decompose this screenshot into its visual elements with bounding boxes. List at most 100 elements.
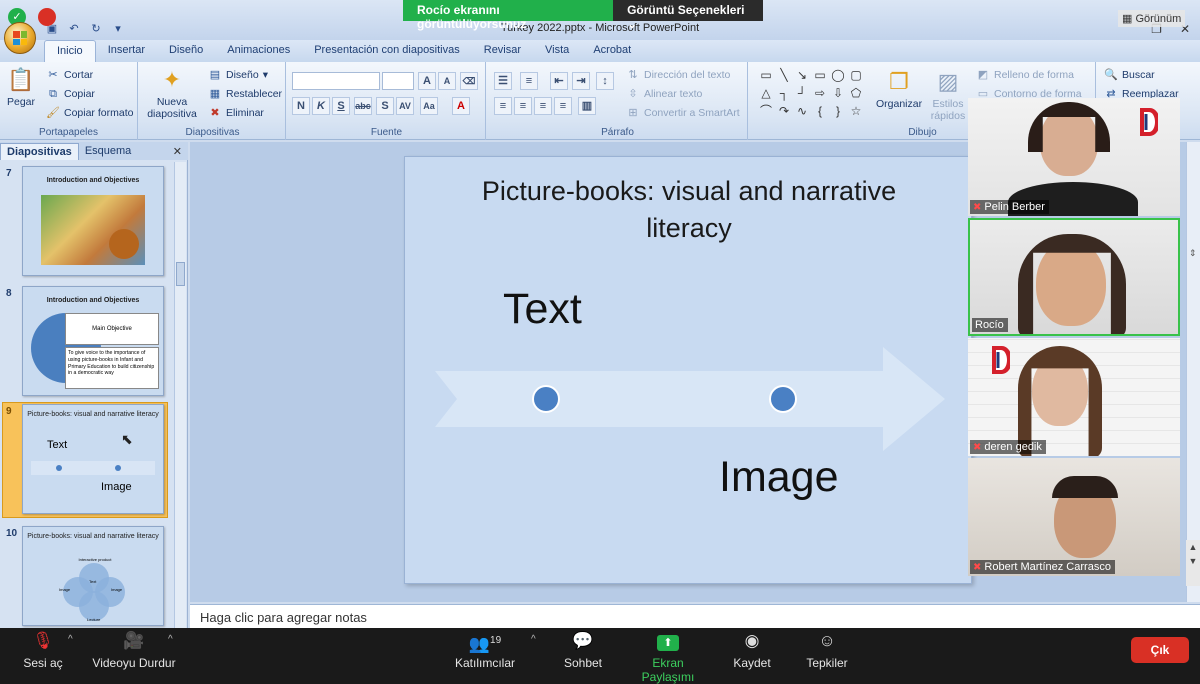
tab-revisar[interactable]: Revisar [472, 40, 533, 62]
spacing-icon[interactable]: AV [396, 97, 414, 115]
slides-group: ✦ Nueva diapositiva ▤ Diseño ▾ ▦ Restablece… [140, 62, 286, 140]
freeform-shape-icon[interactable]: ∿ [794, 104, 810, 118]
right-arrow-shape-icon[interactable]: ⇨ [812, 86, 828, 100]
down-arrow-shape-icon[interactable]: ⇩ [830, 86, 846, 100]
stop-video-button[interactable]: 🎥 Videoyu Durdur [88, 628, 180, 675]
arrange-button[interactable]: ❐ Organizar [876, 68, 922, 110]
align-left-icon[interactable]: ≡ [494, 97, 512, 115]
shadow-icon[interactable]: S [376, 97, 394, 115]
underline-icon[interactable]: S [332, 97, 350, 115]
participants-options-caret-icon[interactable]: ^ [531, 634, 536, 645]
find-button[interactable]: 🔍 Buscar [1104, 68, 1155, 82]
textbox-shape-icon[interactable]: ▭ [758, 68, 774, 82]
elbow-arrow-shape-icon[interactable]: ┘ [794, 86, 810, 100]
scroll-thumb[interactable] [176, 262, 185, 286]
font-size-select[interactable] [382, 72, 414, 90]
close-panel-icon[interactable]: ✕ [173, 145, 182, 158]
tab-slides[interactable]: Diapositivas [0, 142, 79, 160]
shrink-font-icon[interactable]: A [438, 72, 456, 90]
strikethrough-icon[interactable]: abc [354, 97, 372, 115]
delete-slide-button[interactable]: ✖ Eliminar [208, 106, 264, 120]
video-tile[interactable]: ✖ Pelin Berber [968, 98, 1180, 216]
main-scrollbar[interactable]: ⇕ [1186, 142, 1200, 602]
gallery-scroll-icon[interactable]: ▲ ▼ [1186, 540, 1200, 586]
bold-icon[interactable]: N [292, 97, 310, 115]
chat-button[interactable]: 💬 Sohbet [560, 628, 606, 675]
video-options-caret-icon[interactable]: ^ [168, 634, 173, 645]
slide-image-label[interactable]: Image [719, 453, 839, 502]
view-options-button[interactable]: Görüntü Seçenekleri ⌄ [613, 0, 763, 31]
notes-pane[interactable]: Haga clic para agregar notas [190, 604, 1200, 628]
line-shape-icon[interactable]: ╲ [776, 68, 792, 82]
customize-qat-icon[interactable]: ▾ [110, 22, 126, 36]
tab-diseno[interactable]: Diseño [157, 40, 215, 62]
scroll-arrow-icon[interactable]: ⇕ [1189, 248, 1198, 264]
reset-button[interactable]: ▦ Restablecer [208, 87, 282, 101]
leave-meeting-button[interactable]: Çık [1131, 637, 1189, 663]
slide-title[interactable]: Picture-books: visual and narrative lite… [445, 173, 933, 247]
tab-presentacion[interactable]: Presentación con diapositivas [302, 40, 472, 62]
text-direction-button[interactable]: ⇅ Dirección del texto [626, 68, 730, 82]
arrow-line-shape-icon[interactable]: ↘ [794, 68, 810, 82]
italic-icon[interactable]: K [312, 97, 330, 115]
audio-options-caret-icon[interactable]: ^ [68, 634, 73, 645]
undo-icon[interactable]: ↶ [66, 22, 82, 36]
columns-icon[interactable]: ▥ [578, 97, 596, 115]
reactions-button[interactable]: ☺ Tepkiler [802, 628, 852, 675]
decrease-indent-icon[interactable]: ⇤ [550, 72, 568, 90]
grow-font-icon[interactable]: A [418, 72, 436, 90]
copy-button[interactable]: ⧉ Copiar [46, 87, 95, 101]
align-text-button[interactable]: ⇳ Alinear texto [626, 87, 702, 101]
triangle-shape-icon[interactable]: △ [758, 86, 774, 100]
change-case-icon[interactable]: Aa [420, 97, 438, 115]
tab-outline[interactable]: Esquema [79, 143, 137, 159]
increase-indent-icon[interactable]: ⇥ [572, 72, 590, 90]
smartart-button[interactable]: ⊞ Convertir a SmartArt [626, 106, 739, 120]
star-shape-icon[interactable]: ☆ [848, 104, 864, 118]
justify-icon[interactable]: ≡ [554, 97, 572, 115]
office-button[interactable] [4, 22, 36, 54]
slide-arrow[interactable] [435, 347, 945, 451]
redo-icon[interactable]: ↻ [88, 22, 104, 36]
tab-insertar[interactable]: Insertar [96, 40, 157, 62]
quick-styles-button[interactable]: ▨ Estilos rápidos [926, 68, 970, 122]
slide-text-label[interactable]: Text [503, 285, 582, 334]
share-screen-button[interactable]: ⬆ Ekran Paylaşımı [626, 628, 710, 684]
oval-shape-icon[interactable]: ◯ [830, 68, 846, 82]
numbering-icon[interactable]: ≡ [520, 72, 538, 90]
layout-button[interactable]: ▤ Diseño ▾ [208, 68, 268, 82]
line-spacing-icon[interactable]: ↕ [596, 72, 614, 90]
elbow-connector-shape-icon[interactable]: ┐ [776, 86, 792, 100]
video-tile[interactable]: ✖ Robert Martínez Carrasco [968, 458, 1180, 576]
rounded-rect-shape-icon[interactable]: ▢ [848, 68, 864, 82]
unmute-button[interactable]: 🎙 Sesi aç [18, 628, 68, 675]
curve-shape-icon[interactable]: ⌒ [758, 104, 774, 118]
font-name-select[interactable] [292, 72, 380, 90]
video-tile-active-speaker[interactable]: Rocío [968, 218, 1180, 336]
tab-vista[interactable]: Vista [533, 40, 581, 62]
record-button[interactable]: ◉ Kaydet [730, 628, 774, 675]
tab-inicio[interactable]: Inicio [44, 40, 96, 62]
participants-button[interactable]: 👥19 Katılımcılar [452, 628, 518, 675]
tab-animaciones[interactable]: Animaciones [215, 40, 302, 62]
bent-arrow-shape-icon[interactable]: ↷ [776, 104, 792, 118]
bullets-icon[interactable]: ☰ [494, 72, 512, 90]
left-brace-shape-icon[interactable]: { [812, 104, 828, 118]
tab-acrobat[interactable]: Acrobat [581, 40, 643, 62]
font-color-icon[interactable]: A [452, 97, 470, 115]
new-slide-button[interactable]: ✦ Nueva diapositiva [146, 66, 198, 120]
paste-button[interactable]: 📋 Pegar [6, 66, 36, 108]
shape-fill-button[interactable]: ◩ Relleno de forma [976, 68, 1074, 82]
pentagon-shape-icon[interactable]: ⬠ [848, 86, 864, 100]
view-button[interactable]: ▦ Görünüm [1118, 10, 1186, 27]
current-slide[interactable]: Picture-books: visual and narrative lite… [404, 156, 972, 584]
cut-button[interactable]: ✂ Cortar [46, 68, 93, 82]
format-painter-button[interactable]: 🖌 Copiar formato [46, 106, 133, 120]
right-brace-shape-icon[interactable]: } [830, 104, 846, 118]
align-right-icon[interactable]: ≡ [534, 97, 552, 115]
align-center-icon[interactable]: ≡ [514, 97, 532, 115]
clear-format-icon[interactable]: ⌫ [460, 72, 478, 90]
video-tile[interactable]: ✖ deren gedik [968, 338, 1180, 456]
rectangle-shape-icon[interactable]: ▭ [812, 68, 828, 82]
panel-scrollbar[interactable] [174, 162, 186, 628]
